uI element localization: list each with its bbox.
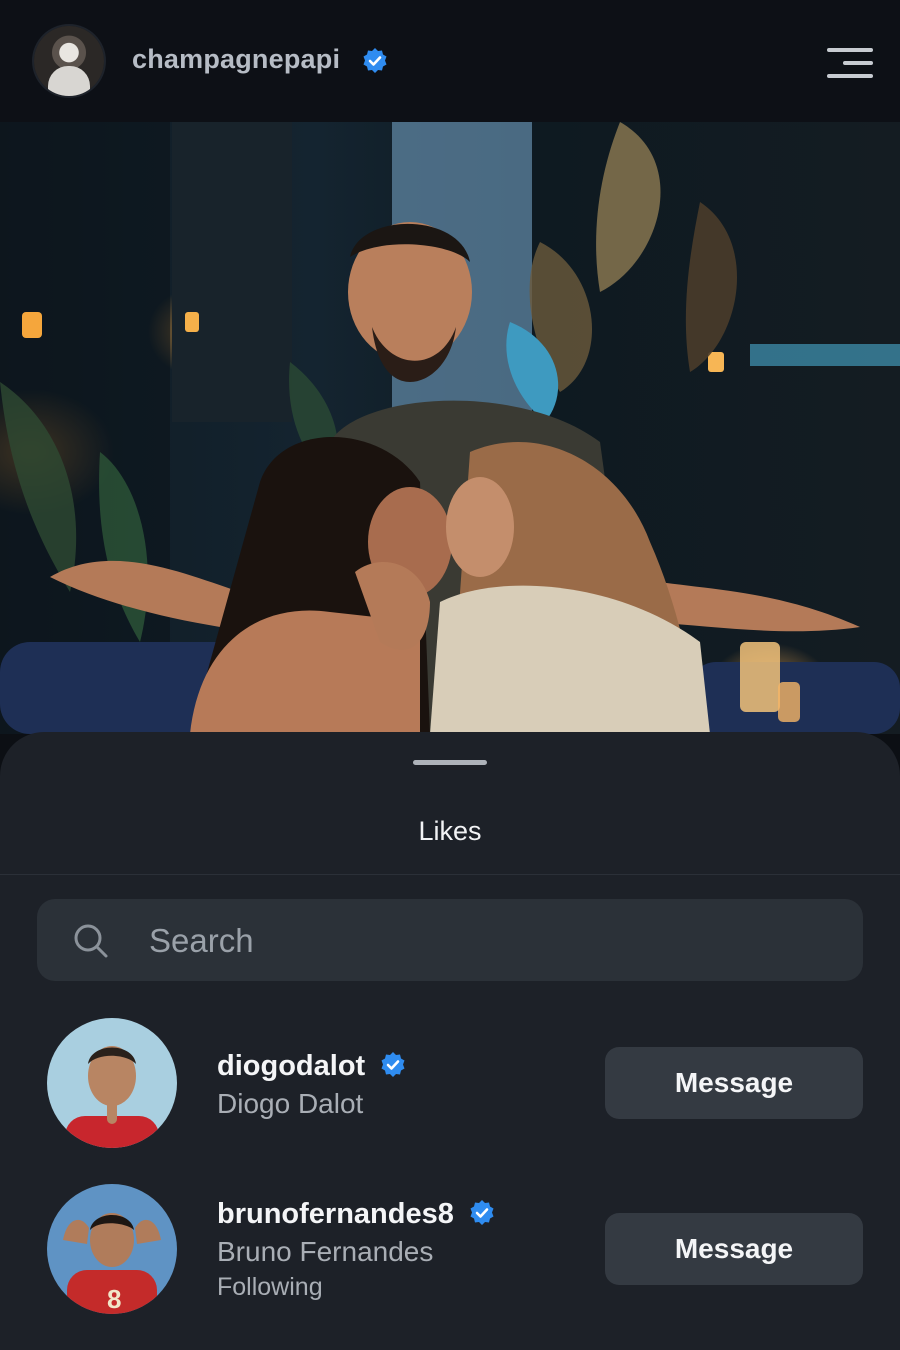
sheet-title: Likes — [418, 816, 482, 846]
message-button[interactable]: Message — [605, 1213, 863, 1285]
row-fullname: Diogo Dalot — [217, 1088, 364, 1119]
avatar[interactable] — [47, 1018, 177, 1148]
verified-badge-icon — [379, 1051, 407, 1079]
verified-badge-icon — [361, 47, 389, 75]
row-username[interactable]: diogodalot — [217, 1050, 407, 1083]
verified-badge-icon — [468, 1199, 496, 1227]
post-photo[interactable] — [0, 122, 900, 734]
hamburger-menu-icon[interactable] — [825, 48, 873, 78]
svg-text:8: 8 — [107, 1284, 121, 1314]
likes-sheet: Likes diog — [0, 732, 900, 1350]
avatar[interactable]: 8 — [47, 1184, 177, 1314]
photo-illustration — [0, 122, 900, 734]
following-status: Following — [217, 1273, 323, 1301]
divider — [0, 874, 900, 875]
username-text: brunofernandes8 — [217, 1198, 454, 1230]
search-input[interactable] — [147, 899, 831, 983]
row-username[interactable]: brunofernandes8 — [217, 1198, 496, 1231]
profile-avatar[interactable] — [34, 26, 104, 96]
username-text: diogodalot — [217, 1050, 366, 1082]
message-button[interactable]: Message — [605, 1047, 863, 1119]
sheet-grabber[interactable] — [413, 760, 487, 765]
post-author-username[interactable]: champagnepapi — [132, 44, 340, 75]
search-icon — [73, 923, 109, 959]
row-fullname: Bruno Fernandes — [217, 1236, 434, 1267]
instagram-likes-screen: champagnepapi Likes Search diogodalot Di… — [0, 0, 900, 1350]
search-bar[interactable] — [37, 899, 863, 983]
list-item[interactable]: 8 brunofernandes8 Bruno Fernandes Follow — [0, 1184, 900, 1334]
list-item[interactable]: diogodalot Diogo Dalot Message — [0, 1018, 900, 1158]
post-header: champagnepapi — [0, 0, 900, 122]
